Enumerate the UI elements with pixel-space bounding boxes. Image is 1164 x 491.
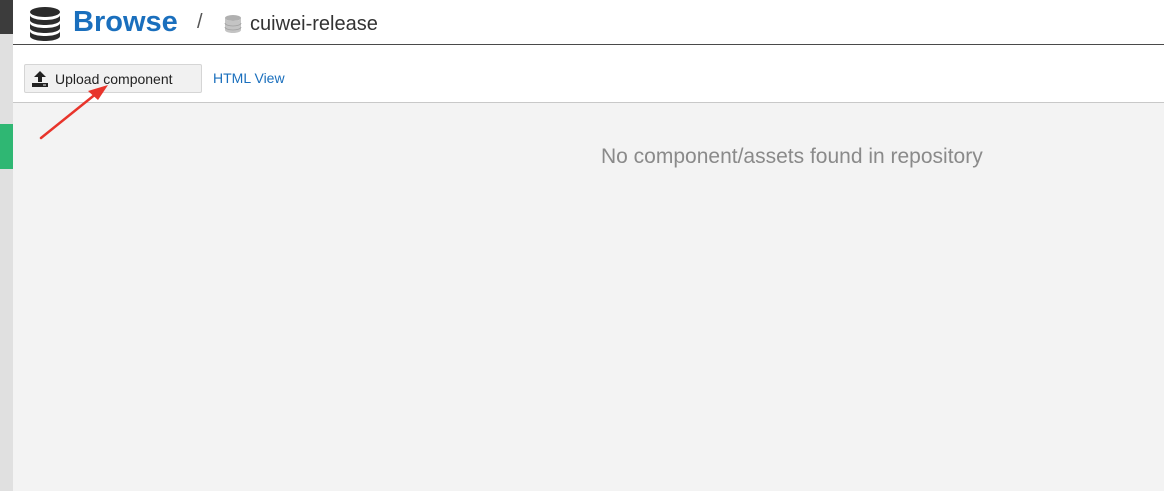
upload-component-label: Upload component: [55, 71, 173, 87]
page-title[interactable]: Browse: [73, 4, 178, 40]
left-rail: [0, 0, 13, 491]
breadcrumb-separator: /: [197, 11, 203, 33]
left-rail-top: [0, 0, 13, 34]
page-header: Browse / cuiwei-release: [13, 0, 1164, 45]
upload-icon: [31, 70, 49, 88]
repository-icon: [224, 14, 242, 34]
left-rail-active-indicator[interactable]: [0, 124, 13, 169]
toolbar: Upload component HTML View: [13, 46, 1164, 103]
upload-component-button[interactable]: Upload component: [24, 64, 202, 93]
components-panel: No component/assets found in repository: [13, 103, 1164, 491]
database-icon: [29, 6, 61, 42]
html-view-link[interactable]: HTML View: [213, 70, 285, 86]
empty-state-message: No component/assets found in repository: [601, 145, 983, 168]
breadcrumb-repository: cuiwei-release: [250, 13, 378, 35]
